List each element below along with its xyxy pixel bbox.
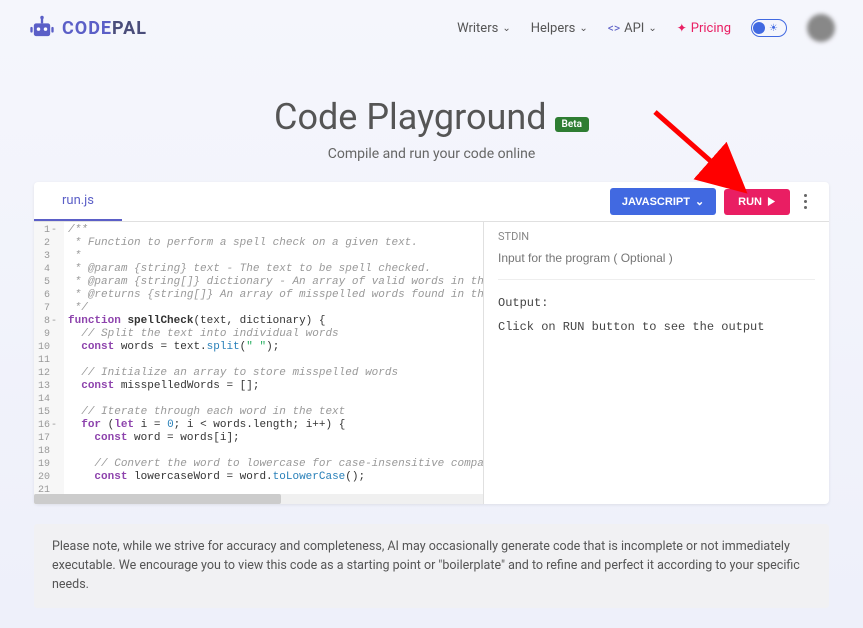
- tab-runjs[interactable]: run.js: [34, 182, 122, 221]
- stdin-input[interactable]: [498, 245, 815, 280]
- beta-badge: Beta: [555, 117, 589, 132]
- line-gutter: 1-2345678-910111213141516-171819202122: [34, 222, 64, 504]
- toggle-thumb: [753, 22, 765, 34]
- disclaimer-note: Please note, while we strive for accurac…: [34, 524, 829, 608]
- chevron-down-icon: ⌄: [648, 23, 656, 34]
- playground: run.js JAVASCRIPT ⌄ RUN 1-2345678-910111…: [34, 182, 829, 504]
- chevron-down-icon: ⌄: [502, 23, 510, 34]
- page-subtitle: Compile and run your code online: [0, 146, 863, 162]
- code-icon: <>: [608, 21, 620, 35]
- logo[interactable]: CODEPAL: [28, 14, 147, 42]
- output-text: Click on RUN button to see the output: [498, 320, 815, 334]
- chevron-down-icon: ⌄: [579, 23, 587, 34]
- page-title: Code Playground: [274, 96, 547, 138]
- playground-body: 1-2345678-910111213141516-171819202122 /…: [34, 222, 829, 504]
- playground-header: run.js JAVASCRIPT ⌄ RUN: [34, 182, 829, 222]
- horizontal-scrollbar[interactable]: [34, 494, 483, 504]
- run-button[interactable]: RUN: [724, 189, 790, 215]
- playground-controls: JAVASCRIPT ⌄ RUN: [610, 188, 829, 215]
- avatar[interactable]: [807, 14, 835, 42]
- theme-toggle[interactable]: ☀: [751, 19, 787, 37]
- stdin-label: STDIN: [498, 230, 815, 243]
- title-section: Code Playground Beta Compile and run you…: [0, 96, 863, 162]
- nav-helpers[interactable]: Helpers⌄: [531, 21, 588, 36]
- nav-api[interactable]: <>API⌄: [608, 21, 657, 36]
- sun-icon: ☀: [769, 23, 778, 34]
- header: CODEPAL Writers⌄ Helpers⌄ <>API⌄ ✦Pricin…: [0, 0, 863, 56]
- language-select-button[interactable]: JAVASCRIPT ⌄: [610, 188, 716, 215]
- nav: Writers⌄ Helpers⌄ <>API⌄ ✦Pricing ☀: [457, 14, 835, 42]
- kebab-menu-icon[interactable]: [798, 190, 813, 213]
- play-icon: [767, 197, 776, 206]
- nav-pricing[interactable]: ✦Pricing: [677, 21, 731, 36]
- code-content[interactable]: /** * Function to perform a spell check …: [64, 222, 483, 504]
- output-label: Output:: [498, 296, 815, 310]
- nav-writers[interactable]: Writers⌄: [457, 21, 511, 36]
- output-pane: STDIN Output: Click on RUN button to see…: [484, 222, 829, 504]
- logo-text: CODEPAL: [62, 18, 147, 39]
- sparkle-icon: ✦: [677, 21, 687, 35]
- code-editor[interactable]: 1-2345678-910111213141516-171819202122 /…: [34, 222, 484, 504]
- robot-icon: [28, 14, 56, 42]
- chevron-down-icon: ⌄: [695, 195, 704, 208]
